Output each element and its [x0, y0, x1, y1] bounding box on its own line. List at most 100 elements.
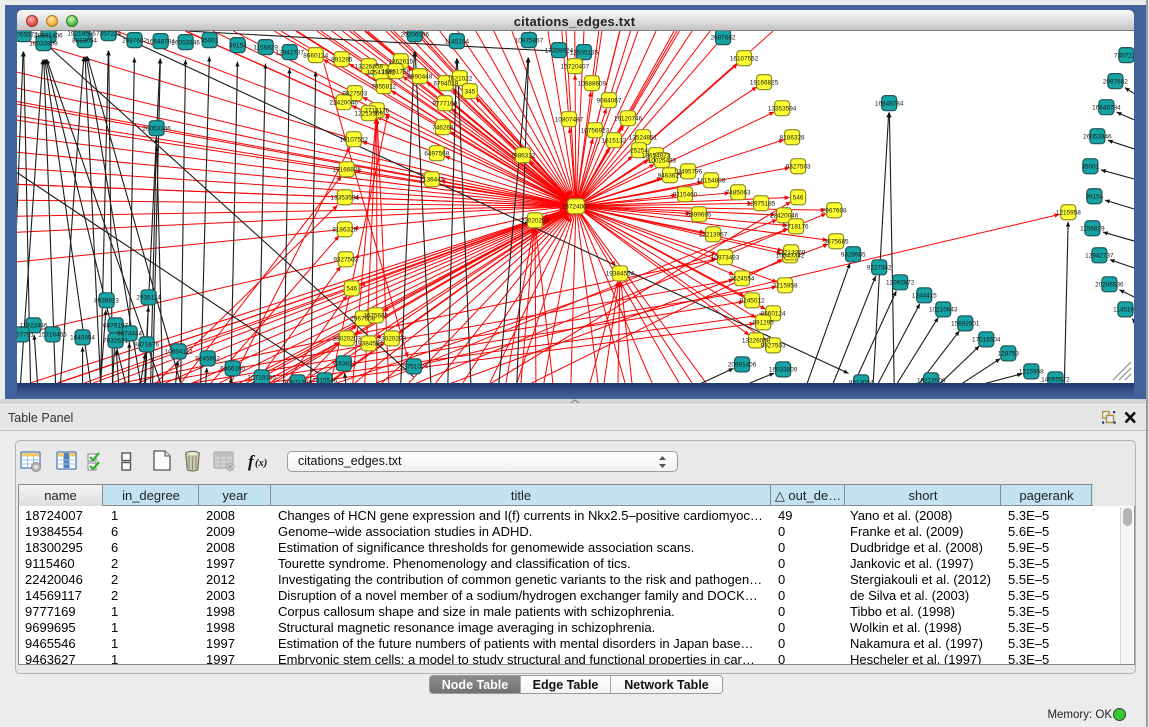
svg-text:6466160: 6466160: [220, 366, 245, 373]
svg-text:1215958: 1215958: [1055, 209, 1080, 216]
svg-text:546: 546: [346, 286, 357, 293]
svg-text:1244415: 1244415: [911, 293, 936, 300]
svg-text:7163822: 7163822: [331, 361, 356, 368]
svg-text:2967608: 2967608: [821, 207, 846, 214]
svg-text:1615132: 1615132: [601, 137, 626, 144]
svg-text:7955812: 7955812: [371, 83, 396, 90]
svg-text:10688609: 10688609: [577, 80, 606, 87]
svg-text:3675685: 3675685: [823, 238, 848, 245]
svg-text:6899695: 6899695: [686, 211, 711, 218]
svg-text:9777169: 9777169: [432, 100, 457, 107]
svg-text:10210643: 10210643: [929, 307, 958, 314]
svg-text:8186328: 8186328: [332, 226, 357, 233]
svg-text:23020203: 23020203: [377, 336, 406, 343]
svg-text:2935114: 2935114: [136, 295, 161, 302]
svg-text:16107552: 16107552: [339, 136, 368, 143]
svg-text:6879197: 6879197: [103, 323, 128, 330]
svg-text:9084067: 9084067: [596, 97, 621, 104]
svg-text:16033809: 16033809: [29, 40, 58, 47]
svg-text:26053346: 26053346: [1083, 133, 1112, 140]
svg-text:18724007: 18724007: [561, 203, 590, 210]
svg-text:9245012: 9245012: [739, 298, 764, 305]
svg-text:17016504: 17016504: [972, 337, 1001, 344]
svg-text:9227342: 9227342: [866, 265, 891, 272]
svg-text:2718176: 2718176: [783, 223, 808, 230]
svg-text:19218506: 19218506: [67, 31, 96, 37]
svg-text:9245652: 9245652: [195, 356, 220, 363]
svg-text:8813054: 8813054: [72, 37, 97, 44]
svg-text:15716465: 15716465: [38, 332, 67, 339]
svg-text:22420046: 22420046: [769, 212, 798, 219]
svg-text:15751074: 15751074: [399, 364, 428, 371]
svg-text:2087682: 2087682: [1102, 78, 1127, 85]
svg-text:39154: 39154: [228, 42, 246, 49]
svg-text:9857791: 9857791: [17, 332, 34, 339]
svg-text:16120746: 16120746: [613, 115, 642, 122]
svg-text:12213369: 12213369: [776, 249, 805, 256]
svg-text:345: 345: [464, 88, 475, 95]
svg-text:3215958: 3215958: [772, 283, 797, 290]
svg-text:10719155: 10719155: [247, 375, 276, 382]
svg-text:16648784: 16648784: [1092, 104, 1121, 111]
svg-text:9329965: 9329965: [840, 251, 865, 258]
svg-text:9115460: 9115460: [672, 191, 697, 198]
svg-text:12975185: 12975185: [746, 200, 775, 207]
svg-text:8186328: 8186328: [779, 134, 804, 141]
svg-text:6497568: 6497568: [424, 150, 449, 157]
svg-text:10807487: 10807487: [554, 116, 583, 123]
svg-text:128753: 128753: [997, 351, 1019, 358]
svg-text:9327503: 9327503: [333, 256, 358, 263]
svg-text:23020203: 23020203: [520, 217, 549, 224]
svg-text:20206536: 20206536: [400, 31, 429, 38]
svg-text:11923446: 11923446: [19, 323, 47, 330]
svg-text:13353594: 13353594: [767, 105, 796, 112]
svg-text:15692901: 15692901: [951, 321, 980, 328]
svg-text:8660124: 8660124: [303, 52, 328, 59]
svg-text:7485063: 7485063: [725, 189, 750, 196]
svg-text:12093872: 12093872: [885, 280, 914, 287]
svg-text:1145194: 1145194: [444, 38, 469, 45]
svg-text:15720407: 15720407: [560, 63, 589, 70]
svg-text:10654112: 10654112: [164, 349, 192, 356]
svg-text:26053346: 26053346: [171, 39, 200, 46]
svg-text:2136443: 2136443: [419, 176, 444, 183]
svg-text:1621022: 1621022: [447, 75, 472, 82]
svg-text:12942737: 12942737: [1085, 252, 1114, 259]
svg-text:8471676: 8471676: [134, 342, 159, 349]
svg-text:10025433: 10025433: [647, 157, 676, 164]
svg-text:7357224: 7357224: [96, 31, 121, 37]
svg-text:9827503: 9827503: [342, 90, 367, 97]
svg-text:9463627: 9463627: [657, 172, 682, 179]
svg-text:12942737: 12942737: [275, 49, 304, 56]
svg-text:22420046: 22420046: [329, 99, 358, 106]
svg-text:20691406: 20691406: [727, 362, 756, 369]
svg-text:1362615: 1362615: [388, 58, 413, 65]
svg-text:12213967: 12213967: [698, 231, 727, 238]
svg-text:19384554: 19384554: [605, 271, 634, 278]
svg-text:546: 546: [792, 194, 803, 201]
svg-text:12505135: 12505135: [569, 49, 598, 56]
svg-text:35001: 35001: [200, 37, 218, 44]
svg-text:7357224: 7357224: [1113, 52, 1133, 59]
svg-text:16033809: 16033809: [768, 367, 797, 374]
svg-text:20691406: 20691406: [34, 32, 63, 39]
svg-text:16107552: 16107552: [729, 55, 758, 62]
svg-text:1215958: 1215958: [1018, 369, 1043, 376]
svg-text:9327503: 9327503: [785, 163, 810, 170]
svg-text:(x): (x): [255, 458, 267, 469]
svg-text:1640954: 1640954: [70, 335, 95, 342]
svg-text:19166825: 19166825: [749, 79, 778, 86]
svg-text:16648784: 16648784: [874, 100, 903, 107]
svg-text:19166825: 19166825: [332, 166, 361, 173]
svg-text:16961758: 16961758: [381, 68, 410, 75]
svg-text:16154808: 16154808: [696, 177, 725, 184]
svg-text:20206536: 20206536: [1095, 282, 1124, 289]
svg-text:9474444: 9474444: [117, 331, 142, 338]
svg-text:3675685: 3675685: [363, 313, 388, 320]
svg-text:891295: 891295: [331, 56, 353, 63]
svg-text:1145194: 1145194: [1113, 307, 1134, 314]
svg-text:3624554: 3624554: [729, 276, 754, 283]
svg-text:891295: 891295: [752, 320, 774, 327]
svg-text:1156829: 1156829: [1080, 225, 1105, 232]
svg-text:10973493: 10973493: [710, 254, 739, 261]
